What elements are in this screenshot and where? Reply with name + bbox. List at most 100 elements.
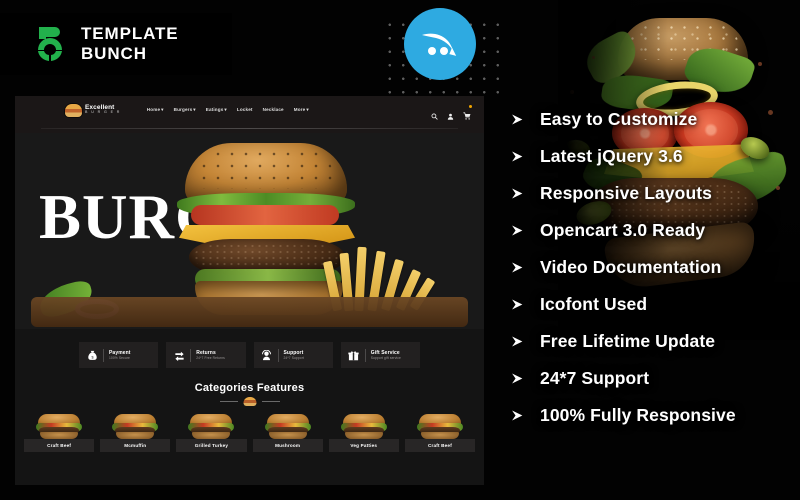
category-image: [176, 413, 246, 439]
arrow-right-triangle-icon: [511, 113, 524, 126]
heading-ornament: [219, 396, 280, 406]
brand-logo-text: TEMPLATE BUNCH: [81, 24, 179, 63]
chevron-down-icon: ▾: [193, 107, 196, 112]
service-subtitle: 100% Secure: [109, 356, 130, 361]
burger-ornament-icon: [243, 397, 256, 406]
feature-label: Latest jQuery 3.6: [540, 146, 683, 166]
feature-item: Free Lifetime Update: [511, 323, 796, 360]
preview-nav-icons: [431, 104, 472, 120]
brand-logo-bar: TEMPLATE BUNCH: [0, 13, 232, 75]
feature-item: 100% Fully Responsive: [511, 397, 796, 434]
feature-item: Latest jQuery 3.6: [511, 138, 796, 175]
category-card[interactable]: Craft Beef: [24, 413, 95, 452]
feature-item: Easy to Customize: [511, 101, 796, 138]
nav-label: Necklace: [262, 107, 284, 112]
chevron-down-icon: ▾: [306, 107, 309, 112]
divider: [190, 348, 192, 362]
category-label: Grilled Turkey: [176, 439, 247, 452]
website-preview[interactable]: Excellent B U R G E R Home▾ Burgers▾ Eat…: [15, 96, 484, 485]
nav-label: Home: [146, 107, 161, 112]
template-bunch-b-logo-icon: [30, 24, 70, 64]
feature-label: 24*7 Support: [540, 368, 650, 388]
crumb: [570, 90, 574, 94]
tomato-shape: [191, 205, 339, 225]
crumb: [758, 62, 762, 66]
category-image: [253, 413, 323, 439]
wooden-board: [31, 297, 468, 327]
arrow-right-triangle-icon: [511, 335, 524, 348]
category-card[interactable]: Mushroom: [252, 413, 323, 452]
category-card[interactable]: Grilled Turkey: [176, 413, 247, 452]
service-card-support[interactable]: Support 24*7 Support: [253, 342, 333, 368]
nav-item-burgers[interactable]: Burgers▾: [174, 107, 196, 113]
lettuce-leaf: [579, 28, 645, 88]
category-label: Mcmuffin: [100, 439, 171, 452]
arrow-right-triangle-icon: [511, 187, 524, 200]
bun-top-shape: [618, 18, 748, 80]
nav-item-necklace[interactable]: Necklace: [263, 107, 284, 113]
preview-site-logo[interactable]: Excellent B U R G E R: [65, 103, 121, 117]
gift-box-icon: [348, 349, 360, 361]
opencart-logo-icon: [417, 22, 463, 67]
category-cards-row: Craft Beef Mcmuffin Grilled Turkey Mushr…: [15, 406, 484, 452]
lettuce-leaf: [681, 40, 757, 102]
divider: [103, 348, 104, 362]
cart-icon[interactable]: [463, 104, 472, 120]
nav-item-locket[interactable]: Locket: [237, 107, 253, 113]
feature-item: 24*7 Support: [511, 360, 796, 397]
category-label: Craft Beef: [24, 439, 95, 452]
service-subtitle: 24*7 Support: [283, 356, 304, 361]
arrow-right-triangle-icon: [511, 372, 524, 385]
service-card-returns[interactable]: Returns 24*7 Free Returns: [166, 342, 246, 368]
money-bag-icon: $: [86, 349, 98, 361]
arrow-right-triangle-icon: [511, 150, 524, 163]
nav-item-eatings[interactable]: Eatings▾: [206, 107, 227, 113]
feature-label: 100% Fully Responsive: [540, 405, 736, 425]
preview-hero: BURGER: [15, 133, 484, 329]
chevron-down-icon: ▾: [161, 107, 164, 112]
service-subtitle: Support gift service: [370, 356, 401, 361]
categories-heading: Categories Features: [194, 382, 305, 394]
feature-list: Easy to Customize Latest jQuery 3.6 Resp…: [511, 101, 796, 434]
feature-item: Video Documentation: [511, 249, 796, 286]
service-features-row: $ Payment 100% Secure Returns 24*7 Free …: [15, 329, 484, 368]
feature-label: Easy to Customize: [540, 109, 698, 129]
category-card[interactable]: Veg Patties: [328, 413, 399, 452]
nav-item-more[interactable]: More▾: [294, 107, 309, 113]
burger-logo-icon: [65, 103, 82, 117]
promo-banner: TEMPLATE BUNCH Excellent B U R G E R Hom…: [0, 0, 800, 500]
feature-label: Opencart 3.0 Ready: [540, 220, 706, 240]
account-icon[interactable]: [447, 107, 454, 120]
feature-item: Opencart 3.0 Ready: [511, 212, 796, 249]
category-label: Mushroom: [252, 439, 323, 452]
category-image: [100, 413, 170, 439]
arrow-right-triangle-icon: [511, 261, 524, 274]
nav-label: Burgers: [173, 107, 193, 112]
service-card-gift[interactable]: Gift Service Support gift service: [340, 342, 420, 368]
preview-site-header: Excellent B U R G E R Home▾ Burgers▾ Eat…: [15, 96, 484, 124]
nav-label: Eatings: [205, 107, 224, 112]
category-label: Veg Patties: [328, 439, 399, 452]
feature-item: Icofont Used: [511, 286, 796, 323]
site-logo-line2: B U R G E R: [85, 110, 121, 115]
service-subtitle: 24*7 Free Returns: [196, 356, 225, 361]
service-card-payment[interactable]: $ Payment 100% Secure: [79, 342, 159, 368]
category-card[interactable]: Mcmuffin: [100, 413, 171, 452]
nav-item-home[interactable]: Home▾: [147, 107, 164, 113]
arrow-right-triangle-icon: [511, 409, 524, 422]
feature-label: Icofont Used: [540, 294, 648, 314]
crumb: [592, 56, 595, 59]
category-card[interactable]: Craft Beef: [404, 413, 476, 452]
preview-nav-divider: [15, 124, 484, 133]
feature-label: Video Documentation: [540, 257, 722, 277]
category-image: [24, 413, 94, 439]
feature-label: Responsive Layouts: [540, 183, 712, 203]
preview-nav-links: Home▾ Burgers▾ Eatings▾ Locket Necklace …: [147, 107, 309, 113]
returns-arrows-icon: [173, 349, 185, 361]
category-image: [405, 413, 475, 439]
support-headset-icon: [261, 349, 273, 361]
feature-item: Responsive Layouts: [511, 175, 796, 212]
nav-label: More: [293, 107, 306, 112]
divider: [277, 348, 279, 362]
search-icon[interactable]: [431, 107, 438, 120]
